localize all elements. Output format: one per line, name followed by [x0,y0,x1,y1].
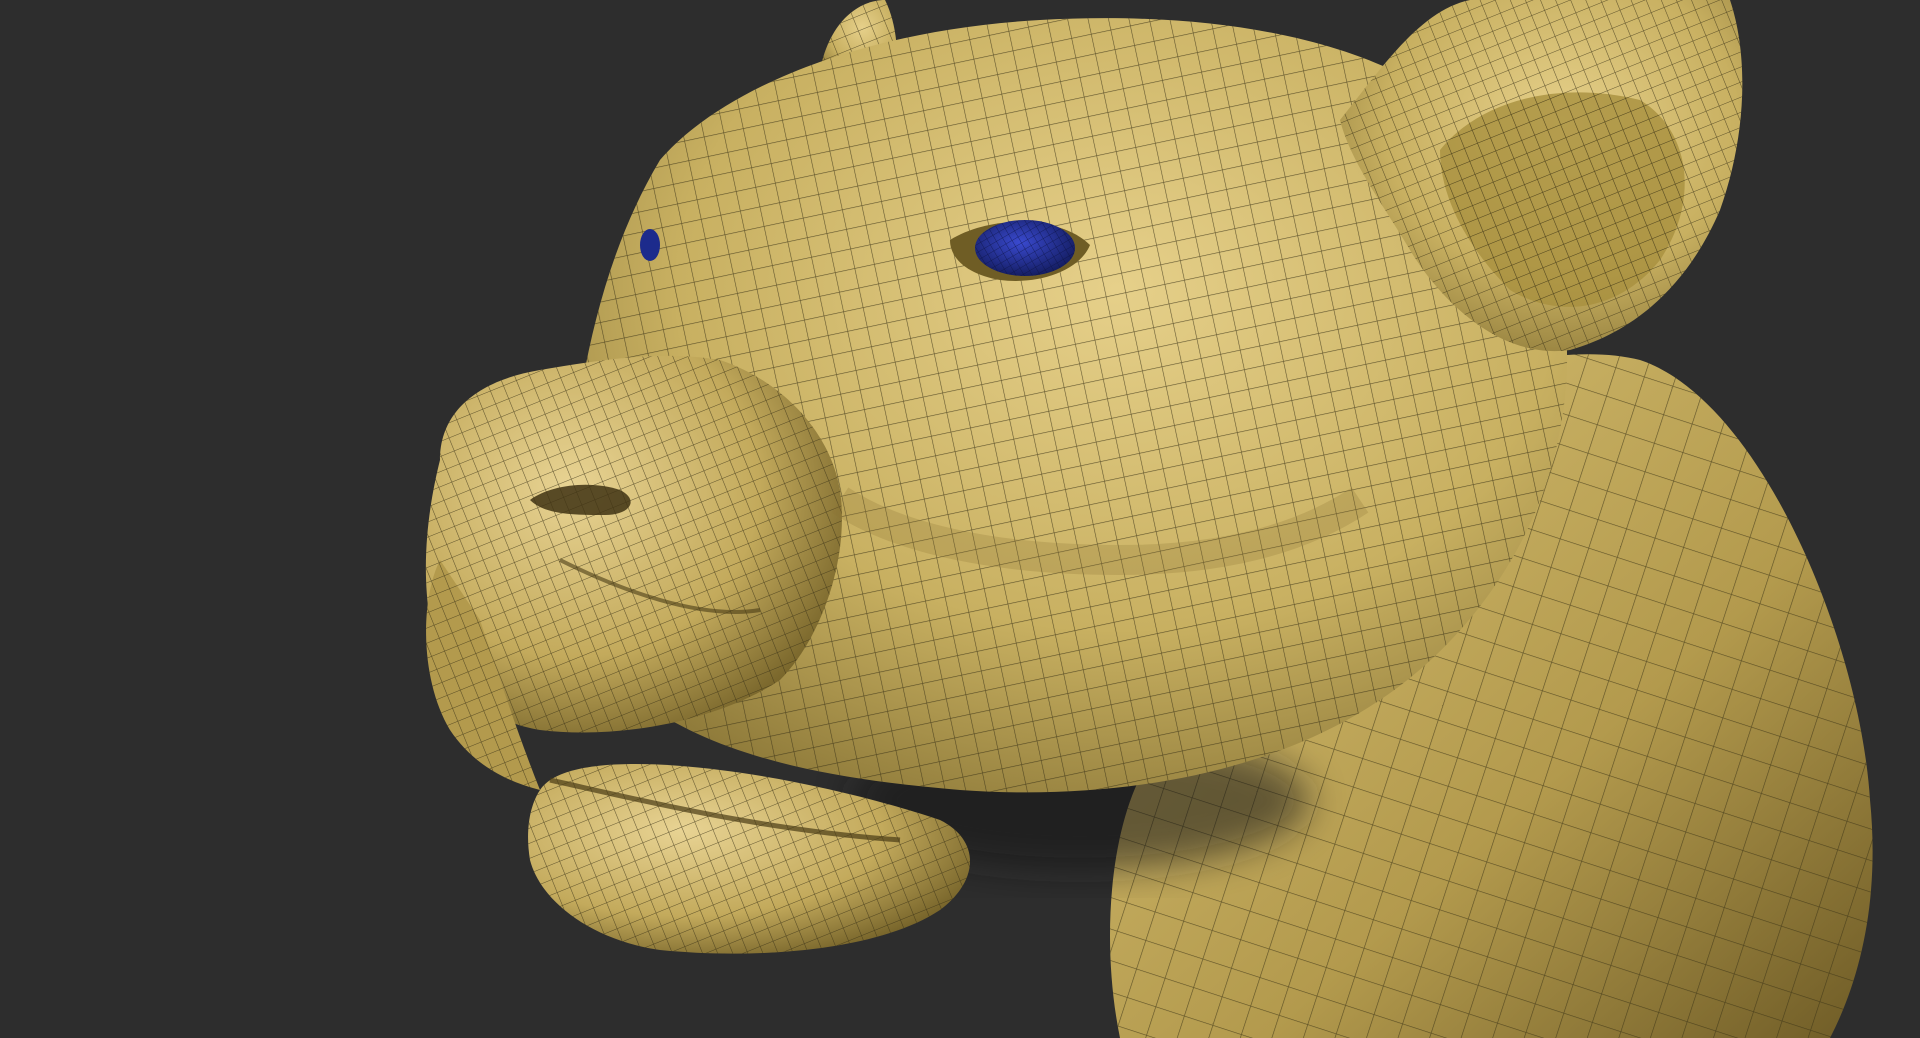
3d-viewport[interactable] [0,0,1920,1038]
far-eye [640,229,660,261]
3d-model-render[interactable] [0,0,1920,1038]
